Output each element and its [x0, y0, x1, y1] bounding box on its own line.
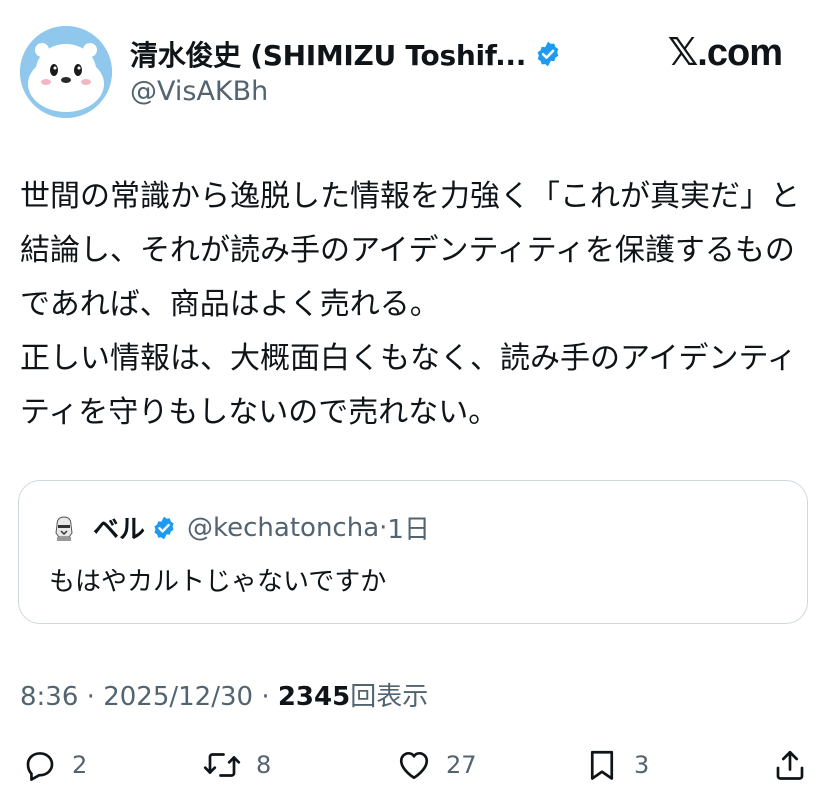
- author-name-row[interactable]: 清水俊史 (SHIMIZU Toshif...: [130, 34, 562, 74]
- stormtrooper-avatar-icon: [49, 512, 79, 543]
- retweet-icon: [202, 747, 242, 783]
- action-bar: 2 8 27 3: [20, 740, 810, 790]
- quoted-tweet-header: ベル @kechatoncha · 1日: [49, 509, 430, 546]
- reply-count: 2: [72, 751, 88, 779]
- heart-icon: [396, 747, 432, 783]
- tweet-date[interactable]: 2025/12/30: [103, 682, 253, 712]
- like-count: 27: [446, 751, 477, 779]
- view-count-label: 回表示: [350, 682, 429, 712]
- bookmark-count: 3: [634, 751, 650, 779]
- quoted-tweet-separator: ·: [379, 512, 388, 543]
- verified-badge-icon[interactable]: [534, 40, 562, 68]
- reply-icon: [22, 747, 58, 783]
- meta-separator: ·: [86, 682, 95, 712]
- quoted-tweet-text: もはやカルトじゃないですか: [49, 567, 387, 597]
- share-icon: [772, 747, 808, 783]
- view-count: 2345: [277, 682, 351, 712]
- quoted-tweet-time[interactable]: 1日: [387, 509, 430, 546]
- quoted-tweet-card[interactable]: ベル @kechatoncha · 1日 もはやカルトじゃないですか: [18, 480, 808, 624]
- tweet-time[interactable]: 8:36: [20, 682, 78, 712]
- tweet-text: 世間の常識から逸脱した情報を力強く「これが真実だ」と結論し、それが読み手のアイデ…: [20, 179, 800, 430]
- share-button[interactable]: [772, 740, 808, 790]
- quoted-author-avatar[interactable]: [49, 512, 79, 543]
- x-com-logo[interactable]: 𝕏.com: [668, 30, 783, 75]
- tweet-meta: 8:36 · 2025/12/30 · 2345回表示: [20, 676, 428, 713]
- meta-separator: ·: [261, 682, 270, 712]
- bookmark-button[interactable]: 3: [584, 740, 649, 790]
- author-handle[interactable]: @VisAKBh: [130, 76, 268, 107]
- retweet-button[interactable]: 8: [202, 740, 271, 790]
- author-display-name[interactable]: 清水俊史 (SHIMIZU Toshif...: [130, 34, 526, 74]
- verified-badge-icon[interactable]: [151, 515, 177, 541]
- like-button[interactable]: 27: [396, 740, 477, 790]
- author-avatar[interactable]: [20, 26, 112, 118]
- retweet-count: 8: [256, 751, 272, 779]
- quoted-author-handle[interactable]: @kechatoncha: [187, 513, 379, 543]
- bookmark-icon: [584, 747, 620, 783]
- reply-button[interactable]: 2: [22, 740, 87, 790]
- seal-mascot-icon: [20, 26, 112, 118]
- quoted-author-name[interactable]: ベル: [93, 509, 145, 546]
